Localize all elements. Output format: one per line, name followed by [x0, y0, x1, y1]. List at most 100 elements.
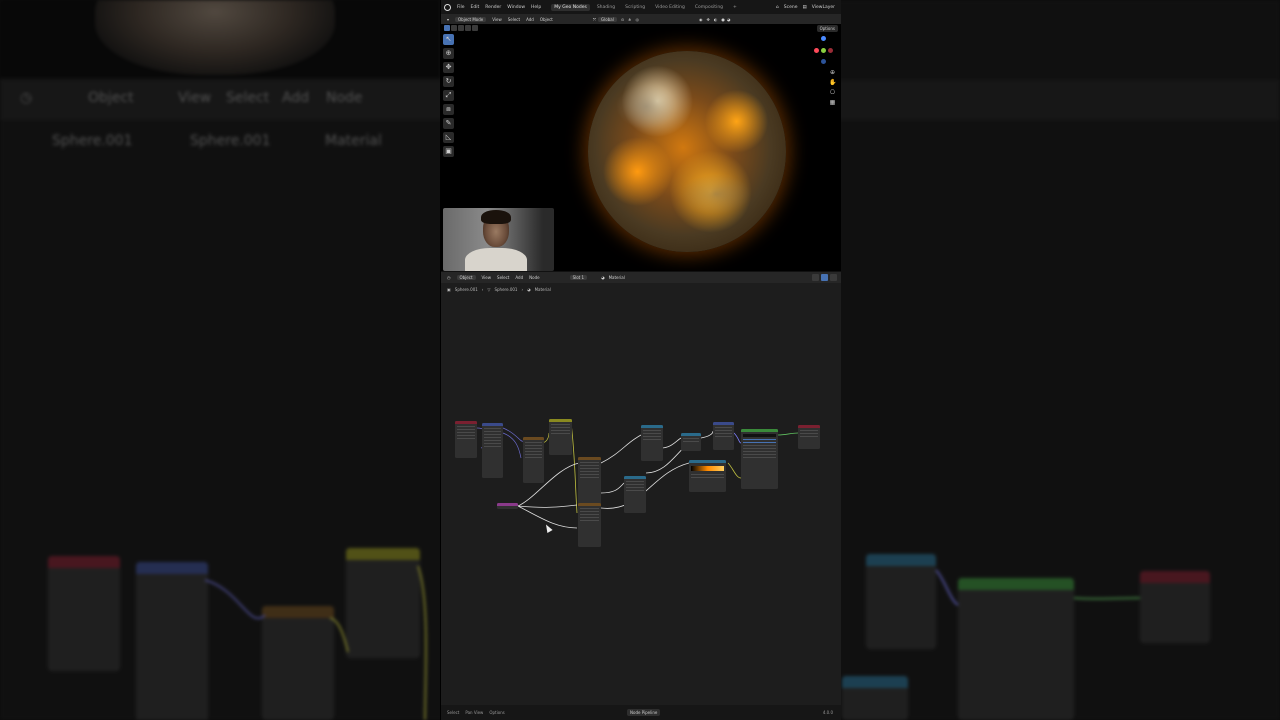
gizmo-neg-z-axis-icon[interactable] — [821, 59, 826, 64]
node-color-ramp-fire[interactable] — [689, 460, 726, 492]
blender-logo-icon[interactable] — [444, 3, 451, 11]
node-noise-texture[interactable] — [523, 437, 544, 483]
slot-dropdown[interactable]: Slot 1 — [569, 275, 588, 280]
editor-type-icon[interactable]: ▾ — [447, 17, 449, 22]
viewport-menu-object[interactable]: Object — [540, 17, 553, 22]
node-bump[interactable] — [713, 422, 734, 450]
workspace-tab-shading[interactable]: Shading — [594, 4, 618, 11]
material-selector[interactable]: Material — [609, 275, 625, 280]
viewport-menu-add[interactable]: Add — [526, 17, 534, 22]
workspace-tab-compositing[interactable]: Compositing — [692, 4, 726, 11]
perspective-grid-icon[interactable]: ▦ — [829, 99, 836, 106]
viewport-menu-select[interactable]: Select — [508, 17, 520, 22]
node-editor-type-icon[interactable]: ◷ — [447, 275, 451, 280]
node-options-icon[interactable] — [830, 274, 837, 281]
blender-window: File Edit Render Window Help My Geo Node… — [440, 0, 841, 720]
gizmo-toggle-icon[interactable]: ✥ — [707, 17, 710, 22]
top-menu-bar: File Edit Render Window Help My Geo Node… — [441, 0, 841, 14]
select-subtract-icon[interactable] — [458, 25, 464, 31]
workspace-tab-scripting[interactable]: Scripting — [622, 4, 648, 11]
zoom-icon[interactable]: ⊕ — [829, 69, 836, 76]
pivot-icon[interactable]: ⊙ — [621, 17, 624, 22]
sphere-rock-highlight-2 — [681, 174, 751, 214]
pan-hand-icon[interactable]: ✋ — [829, 79, 836, 86]
node-mapping[interactable] — [482, 423, 503, 478]
shading-rendered-icon[interactable]: ◕ — [727, 17, 731, 22]
measure-tool-icon[interactable]: ◺ — [443, 132, 454, 143]
rotate-tool-icon[interactable]: ↻ — [443, 76, 454, 87]
scene-icon: ⌂ — [775, 4, 779, 10]
node-musgrave-texture[interactable] — [578, 503, 601, 547]
node-group[interactable] — [497, 503, 518, 509]
select-new-icon[interactable] — [444, 25, 450, 31]
workspace-tab-my-geo-nodes[interactable]: My Geo Nodes — [551, 3, 590, 11]
camera-view-icon[interactable]: ⎔ — [829, 89, 836, 96]
node-color-ramp-a[interactable] — [624, 476, 646, 513]
gizmo-y-axis-icon[interactable] — [821, 48, 826, 53]
navigation-gizmo[interactable] — [813, 34, 833, 68]
select-intersect-icon[interactable] — [472, 25, 478, 31]
view-layer-selector[interactable]: ViewLayer — [812, 5, 835, 10]
orientation-dropdown[interactable]: Global — [598, 16, 617, 22]
breadcrumb-mesh: Sphere.001 — [494, 287, 518, 292]
node-material-output[interactable] — [798, 425, 820, 449]
breadcrumb-material: Material — [534, 287, 551, 292]
node-principled-bsdf[interactable] — [741, 429, 778, 489]
node-color-ramp-b[interactable] — [641, 425, 663, 461]
add-workspace-icon[interactable]: + — [730, 4, 740, 11]
menu-render[interactable]: Render — [485, 5, 501, 10]
add-cube-tool-icon[interactable]: ▣ — [443, 146, 454, 157]
select-extend-icon[interactable] — [451, 25, 457, 31]
3d-viewport[interactable]: Options ↖ ⊕ ✥ ↻ ⤢ ⧈ ✎ ◺ ▣ ⊕ ✋ ⎔ ▦ — [441, 24, 841, 271]
scene-selector[interactable]: Scene — [784, 5, 798, 10]
webcam-person-body — [465, 248, 527, 271]
overlay-toggle-node-icon[interactable] — [812, 274, 819, 281]
annotate-tool-icon[interactable]: ✎ — [443, 118, 454, 129]
node-math[interactable] — [681, 433, 701, 451]
viewport-menu-view[interactable]: View — [492, 17, 502, 22]
node-voronoi-texture[interactable] — [578, 457, 601, 509]
gizmo-neg-x-axis-icon[interactable] — [828, 48, 833, 53]
workspace-tab-video-editing[interactable]: Video Editing — [652, 4, 688, 11]
gizmo-x-axis-icon[interactable] — [814, 48, 819, 53]
scale-tool-icon[interactable]: ⤢ — [443, 90, 454, 101]
snap-node-icon[interactable] — [821, 274, 828, 281]
gizmo-z-axis-icon[interactable] — [821, 36, 826, 41]
sphere-rock-highlight — [616, 84, 676, 129]
node-menu-select[interactable]: Select — [497, 275, 509, 280]
node-texture-coordinate[interactable] — [455, 421, 477, 458]
node-editor-header: ◷ Object View Select Add Node Slot 1 ◕ M… — [441, 271, 841, 283]
visibility-icon[interactable]: ◉ — [699, 17, 703, 22]
overlay-toggle-icon[interactable]: ◐ — [714, 17, 718, 22]
options-button[interactable]: Options — [816, 25, 838, 32]
toolbar: ↖ ⊕ ✥ ↻ ⤢ ⧈ ✎ ◺ ▣ — [443, 34, 455, 157]
status-select: Select — [447, 710, 460, 715]
proportional-edit-icon[interactable]: ◎ — [636, 17, 640, 22]
breadcrumb-separator-icon: › — [481, 287, 484, 292]
menu-help[interactable]: Help — [531, 5, 541, 10]
menu-edit[interactable]: Edit — [471, 5, 480, 10]
menu-file[interactable]: File — [457, 5, 465, 10]
transform-tool-icon[interactable]: ⧈ — [443, 104, 454, 115]
node-menu-node[interactable]: Node — [529, 275, 539, 280]
status-pan-view: Pan View — [465, 710, 484, 715]
breadcrumb: ▣ Sphere.001 › ▽ Sphere.001 › ◕ Material — [447, 287, 551, 292]
shading-solid-icon[interactable]: ● — [721, 17, 725, 22]
select-invert-icon[interactable] — [465, 25, 471, 31]
breadcrumb-object: Sphere.001 — [454, 287, 478, 292]
orientation-icon: ⤧ — [592, 16, 597, 22]
snap-icon[interactable]: ⋔ — [628, 17, 631, 22]
node-mix-color[interactable] — [549, 419, 572, 455]
node-menu-add[interactable]: Add — [515, 275, 523, 280]
node-editor-header-right — [812, 274, 837, 281]
object-mode-dropdown[interactable]: Object Mode — [455, 16, 487, 22]
node-menu-view[interactable]: View — [482, 275, 492, 280]
menu-window[interactable]: Window — [507, 5, 525, 10]
move-tool-icon[interactable]: ✥ — [443, 62, 454, 73]
cursor-tool-icon[interactable]: ⊕ — [443, 48, 454, 59]
webcam-overlay — [443, 208, 554, 271]
breadcrumb-separator-icon: › — [521, 287, 524, 292]
shader-type-dropdown[interactable]: Object — [456, 275, 476, 280]
node-editor-canvas[interactable] — [441, 283, 841, 705]
select-box-tool-icon[interactable]: ↖ — [443, 34, 454, 45]
